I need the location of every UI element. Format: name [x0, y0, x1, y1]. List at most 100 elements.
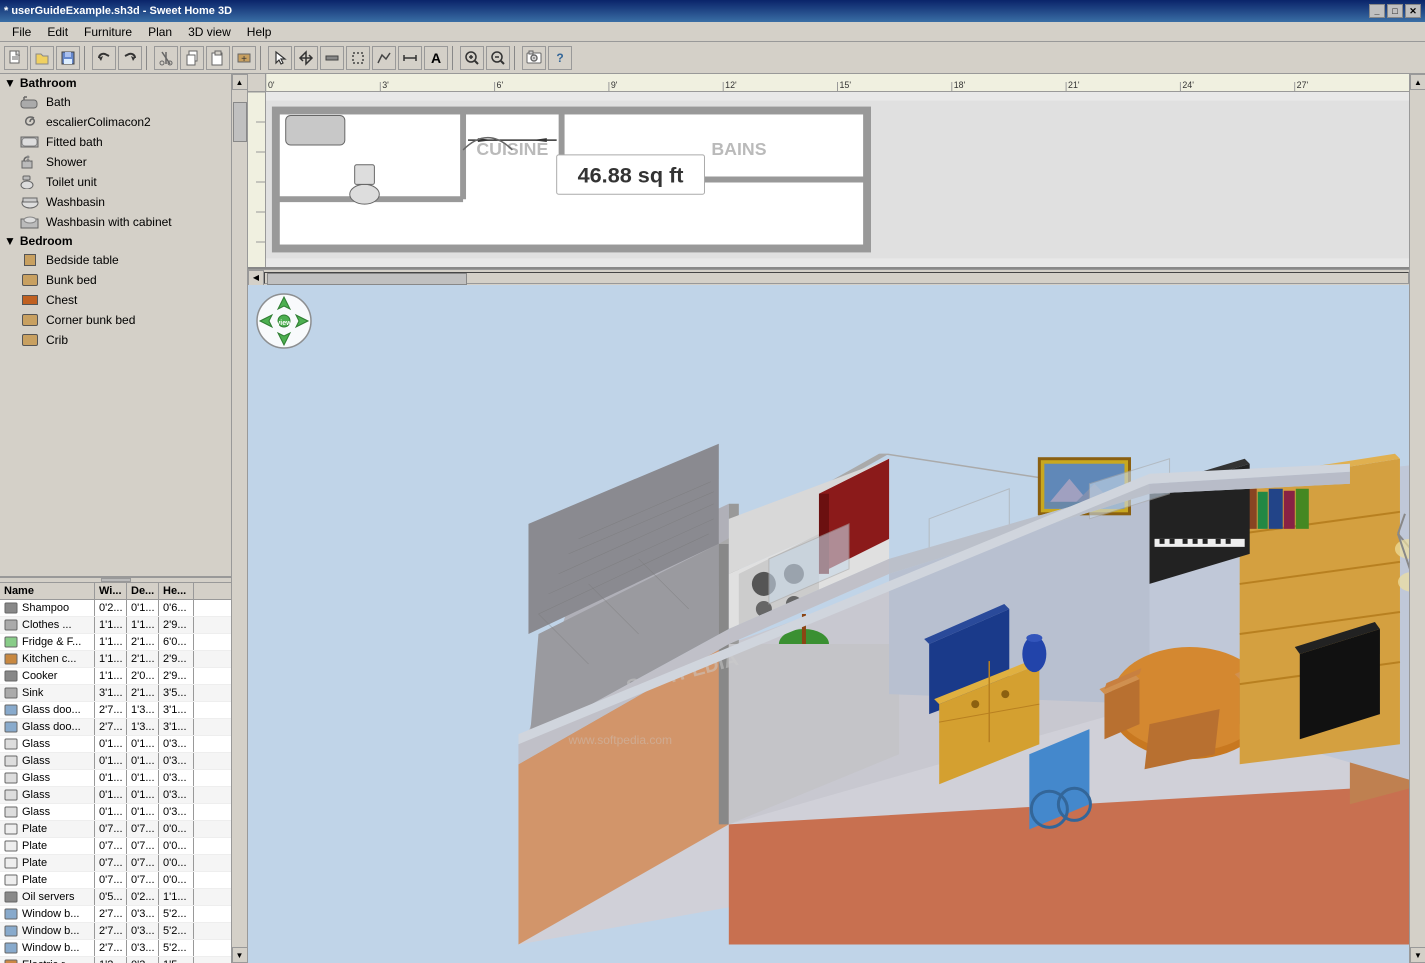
view3d-scroll-up[interactable]: ▲	[1410, 74, 1425, 90]
col-width[interactable]: Wi...	[95, 583, 127, 599]
list-item[interactable]: Shampoo 0'2... 0'1... 0'6...	[0, 600, 231, 617]
cut-button[interactable]	[154, 46, 178, 70]
list-item[interactable]: Glass doo... 2'7... 1'3... 3'1...	[0, 702, 231, 719]
create-polyline-tool[interactable]	[372, 46, 396, 70]
category-label: Bathroom	[20, 76, 77, 90]
toolbar: + A ?	[0, 42, 1425, 74]
list-item[interactable]: Electric r... 1'2... 0'3... 1'5...	[0, 957, 231, 963]
list-item[interactable]: Plate 0'7... 0'7... 0'0...	[0, 855, 231, 872]
menu-help[interactable]: Help	[239, 22, 280, 42]
tree-item-bedside[interactable]: Bedside table	[0, 250, 231, 270]
menu-file[interactable]: File	[4, 22, 39, 42]
zoom-in-button[interactable]	[460, 46, 484, 70]
floorplan-area[interactable]: 0' 3' 6' 9' 12' 15' 18' 21' 24'	[248, 74, 1425, 269]
list-item[interactable]: Sink 3'1... 2'1... 3'5...	[0, 685, 231, 702]
list-item[interactable]: Fridge & F... 1'1... 2'1... 6'0...	[0, 634, 231, 651]
tree-item-crib[interactable]: Crib	[0, 330, 231, 350]
open-button[interactable]	[30, 46, 54, 70]
create-rooms-tool[interactable]	[346, 46, 370, 70]
menu-3dview[interactable]: 3D view	[180, 22, 239, 42]
list-item[interactable]: Kitchen c... 1'1... 2'1... 2'9...	[0, 651, 231, 668]
zoom-out-button[interactable]	[486, 46, 510, 70]
list-item[interactable]: Window b... 2'7... 0'3... 5'2...	[0, 906, 231, 923]
menu-plan[interactable]: Plan	[140, 22, 180, 42]
category-bathroom[interactable]: ▼ Bathroom	[0, 74, 231, 92]
fp-canvas[interactable]: CUISINE BAINS 46.88 sq ft	[266, 92, 1409, 267]
copy-button[interactable]	[180, 46, 204, 70]
chest-icon	[20, 292, 40, 308]
create-walls-tool[interactable]	[320, 46, 344, 70]
tree-item-washbasin-cabinet[interactable]: Washbasin with cabinet	[0, 212, 231, 232]
col-depth[interactable]: De...	[127, 583, 159, 599]
scroll-thumb[interactable]	[233, 102, 247, 142]
select-tool[interactable]	[268, 46, 292, 70]
main-layout: ▼ Bathroom Bath escalierColimacon2 Fitt	[0, 74, 1425, 963]
list-item[interactable]: Oil servers 0'5... 0'2... 1'1...	[0, 889, 231, 906]
list-item[interactable]: Window b... 2'7... 0'3... 5'2...	[0, 940, 231, 957]
list-item[interactable]: Plate 0'7... 0'7... 0'0...	[0, 872, 231, 889]
new-button[interactable]	[4, 46, 28, 70]
list-item[interactable]: Glass 0'1... 0'1... 0'3...	[0, 753, 231, 770]
shower-icon	[20, 154, 40, 170]
minimize-button[interactable]: _	[1369, 4, 1385, 18]
bunkbed-icon	[20, 272, 40, 288]
save-button[interactable]	[56, 46, 80, 70]
list-item[interactable]: Plate 0'7... 0'7... 0'0...	[0, 821, 231, 838]
list-item[interactable]: Glass 0'1... 0'1... 0'3...	[0, 770, 231, 787]
hscroll-track[interactable]	[264, 272, 1409, 284]
list-item[interactable]: Glass 0'1... 0'1... 0'3...	[0, 787, 231, 804]
add-furniture-button[interactable]: +	[232, 46, 256, 70]
list-item[interactable]: Window b... 2'7... 0'3... 5'2...	[0, 923, 231, 940]
view3d-scroll-down[interactable]: ▼	[1410, 947, 1425, 963]
col-height[interactable]: He...	[159, 583, 194, 599]
tree-item-fitted-bath[interactable]: Fitted bath	[0, 132, 231, 152]
tree-item-washbasin[interactable]: Washbasin	[0, 192, 231, 212]
tree-item-shower[interactable]: Shower	[0, 152, 231, 172]
category-label-bedroom: Bedroom	[20, 234, 73, 248]
screenshot-button[interactable]	[522, 46, 546, 70]
menu-edit[interactable]: Edit	[39, 22, 76, 42]
tree-item-bath[interactable]: Bath	[0, 92, 231, 112]
create-dimension-tool[interactable]	[398, 46, 422, 70]
hscroll-thumb[interactable]	[267, 273, 467, 285]
spiral-icon	[20, 114, 40, 130]
pan-tool[interactable]	[294, 46, 318, 70]
help-button[interactable]: ?	[548, 46, 572, 70]
undo-button[interactable]	[92, 46, 116, 70]
view3d-area[interactable]: view	[248, 285, 1425, 963]
corner-bunk-icon	[20, 312, 40, 328]
scroll-down-button[interactable]: ▼	[232, 947, 248, 963]
view3d-scroll-track[interactable]	[1410, 90, 1425, 947]
tree-item-corner-bunk[interactable]: Corner bunk bed	[0, 310, 231, 330]
list-item[interactable]: Clothes ... 1'1... 1'1... 2'9...	[0, 617, 231, 634]
tree-item-toilet[interactable]: Toilet unit	[0, 172, 231, 192]
col-name[interactable]: Name	[0, 583, 95, 599]
svg-text:12': 12'	[725, 80, 737, 90]
view3d-vscroll: ▲ ▼	[1409, 74, 1425, 963]
separator-2	[146, 46, 150, 70]
scroll-up-button[interactable]: ▲	[232, 74, 248, 90]
paste-button[interactable]	[206, 46, 230, 70]
toilet-icon	[20, 174, 40, 190]
list-item[interactable]: Glass doo... 2'7... 1'3... 3'1...	[0, 719, 231, 736]
furniture-list[interactable]: Name Wi... De... He... Shampoo 0'2... 0'…	[0, 583, 231, 963]
redo-button[interactable]	[118, 46, 142, 70]
maximize-button[interactable]: □	[1387, 4, 1403, 18]
list-item[interactable]: Glass 0'1... 0'1... 0'3...	[0, 804, 231, 821]
nav-compass[interactable]: view	[256, 293, 312, 349]
list-item[interactable]: Plate 0'7... 0'7... 0'0...	[0, 838, 231, 855]
category-bedroom[interactable]: ▼ Bedroom	[0, 232, 231, 250]
scroll-track[interactable]	[233, 90, 247, 947]
list-item[interactable]: Cooker 1'1... 2'0... 2'9...	[0, 668, 231, 685]
menubar: File Edit Furniture Plan 3D view Help	[0, 22, 1425, 42]
tree-item-bunkbed[interactable]: Bunk bed	[0, 270, 231, 290]
close-button[interactable]: ✕	[1405, 4, 1421, 18]
tree-item-chest[interactable]: Chest	[0, 290, 231, 310]
create-label-tool[interactable]: A	[424, 46, 448, 70]
tree-item-escalier[interactable]: escalierColimacon2	[0, 112, 231, 132]
menu-furniture[interactable]: Furniture	[76, 22, 140, 42]
list-item[interactable]: Glass 0'1... 0'1... 0'3...	[0, 736, 231, 753]
bedside-icon	[20, 252, 40, 268]
hscroll-left[interactable]: ◀	[248, 270, 264, 286]
hscrollbar: ◀ ▶	[248, 269, 1425, 285]
